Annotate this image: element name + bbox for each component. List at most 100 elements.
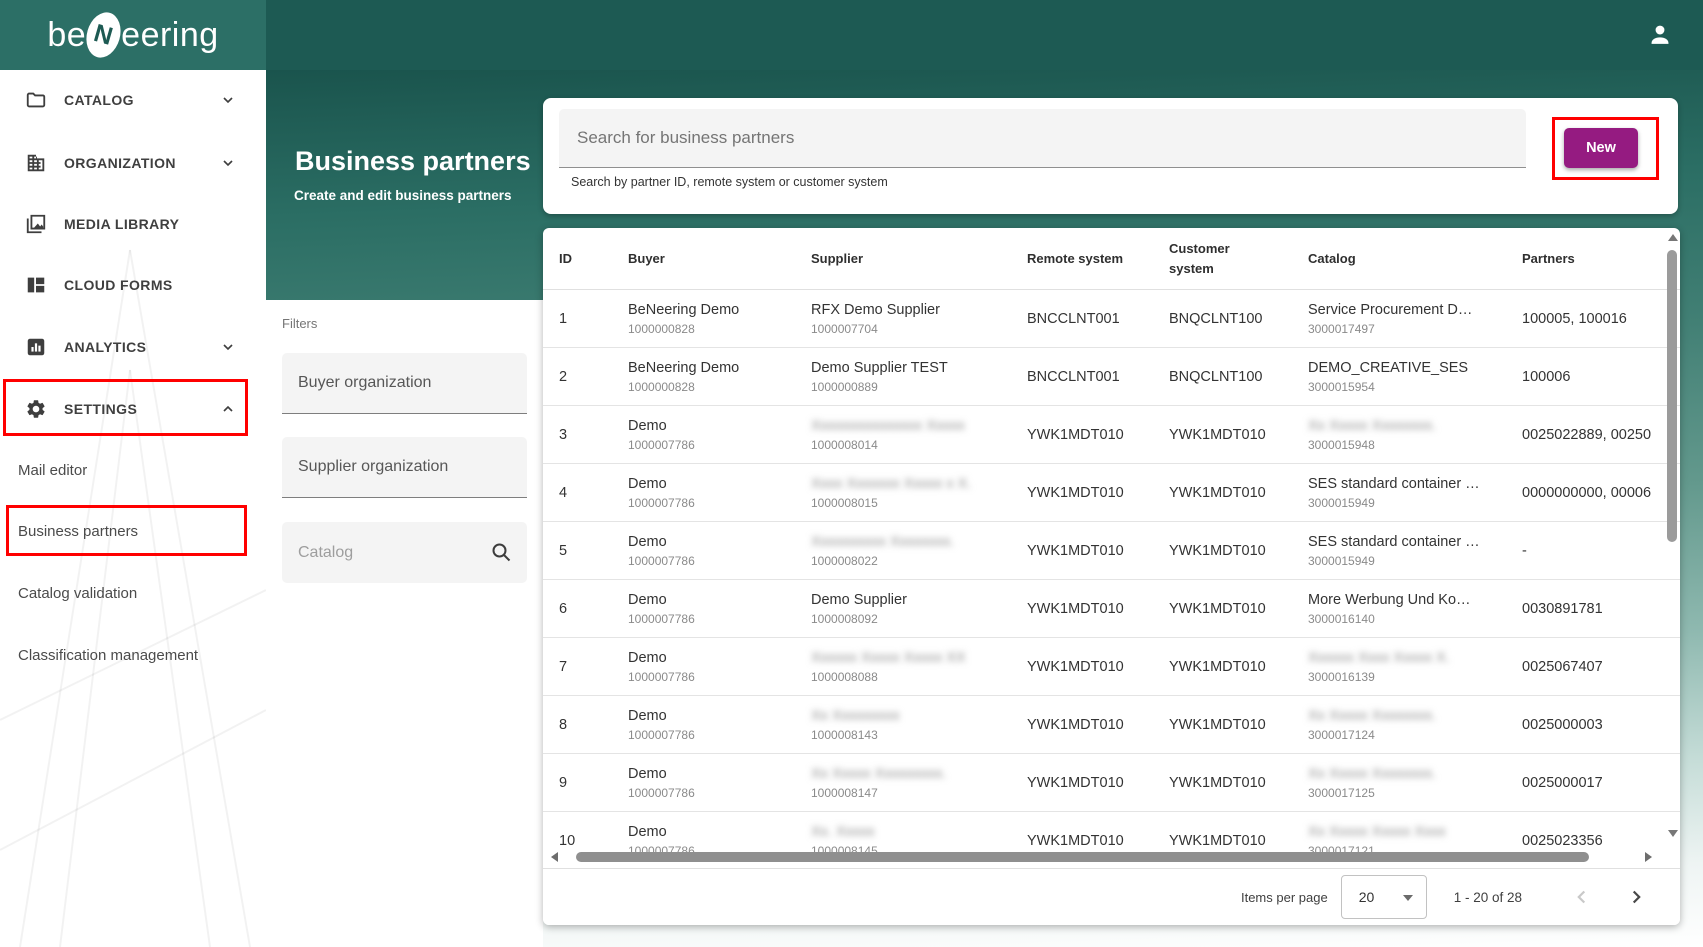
table-row[interactable]: 2BeNeering Demo1000000828Demo Supplier T… [543, 348, 1680, 406]
sidebar-item-catalog-validation[interactable]: Catalog validation [0, 571, 266, 615]
scroll-up-arrow-icon[interactable] [1668, 234, 1678, 241]
cell-partners: 0025022889, 00250 [1522, 427, 1680, 443]
scroll-down-arrow-icon[interactable] [1668, 830, 1678, 837]
buyer-organization-filter[interactable]: Buyer organization [282, 353, 527, 414]
user-account-button[interactable] [1643, 18, 1677, 52]
items-per-page-select[interactable]: 20 [1341, 875, 1427, 919]
cell-supplier: Xx Xxxxx Xxxxxxxxx.1000008147 [811, 765, 1027, 799]
supplier-organization-filter[interactable]: Supplier organization [282, 437, 527, 498]
pagination-range-label: 1 - 20 of 28 [1454, 890, 1522, 905]
cell-buyer-id: 1000007786 [628, 786, 811, 800]
cell-supplier: RFX Demo Supplier 1000007704 [811, 301, 1027, 335]
cell-supplier-id: 1000008015 [811, 496, 1027, 510]
cell-remote-system: YWK1MDT010 [1027, 717, 1169, 733]
cell-catalog: SES standard container … 3000015949 [1308, 475, 1522, 509]
business-partner-search-input[interactable] [559, 109, 1526, 168]
new-button[interactable]: New [1564, 128, 1638, 168]
sidebar-item-catalog[interactable]: CATALOG [0, 76, 266, 124]
sidebar-item-classification-management[interactable]: Classification management [0, 633, 266, 677]
gear-icon [25, 398, 47, 420]
table-row[interactable]: 6Demo1000007786Demo Supplier1000008092YW… [543, 580, 1680, 638]
sidebar-item-settings[interactable]: SETTINGS [0, 385, 266, 433]
cell-buyer: BeNeering Demo1000000828 [628, 301, 811, 335]
filters-label: Filters [282, 316, 317, 331]
cell-buyer: Demo1000007786 [628, 533, 811, 567]
cell-buyer: Demo 1000007786 [628, 765, 811, 799]
cell-catalog-id: 3000017497 [1308, 322, 1522, 336]
cell-supplier-id: 1000007704 [811, 322, 1027, 336]
next-page-button[interactable] [1622, 883, 1650, 911]
cell-buyer-name: Demo [628, 765, 811, 783]
search-hint: Search by partner ID, remote system or c… [571, 175, 888, 189]
cell-customer-system: BNQCLNT100 [1169, 369, 1308, 385]
cell-remote-system: YWK1MDT010 [1027, 427, 1169, 443]
cell-buyer-name: Demo [628, 649, 811, 667]
cell-catalog-id: 3000015949 [1308, 554, 1522, 568]
previous-page-button[interactable] [1568, 883, 1596, 911]
cell-remote-system: YWK1MDT010 [1027, 833, 1169, 849]
table-row[interactable]: 4Demo1000007786Xxxx Xxxxxxx Xxxxx x X.10… [543, 464, 1680, 522]
chevron-left-icon [1571, 886, 1593, 908]
cell-buyer-name: Demo [628, 533, 811, 551]
cell-partners: 0025000003 [1522, 717, 1680, 733]
table-row[interactable]: 9Demo1000007786Xx Xxxxx Xxxxxxxxx.100000… [543, 754, 1680, 812]
table-row[interactable]: 7Demo1000007786Xxxxxx Xxxxx Xxxxx XX1000… [543, 638, 1680, 696]
cell-catalog-id: 3000015949 [1308, 496, 1522, 510]
analytics-icon [25, 336, 47, 358]
table-row[interactable]: 1BeNeering Demo1000000828RFX Demo Suppli… [543, 290, 1680, 348]
sidebar-item-business-partners[interactable]: Business partners [0, 509, 266, 553]
organization-icon [25, 152, 47, 174]
scroll-right-arrow-icon[interactable] [1645, 852, 1652, 862]
chevron-right-icon [1625, 886, 1647, 908]
subnav-item-label: Business partners [18, 523, 138, 540]
top-header-bar: beNeering [0, 0, 1703, 70]
cell-catalog-name: Xxxxxx Xxxx Xxxxx X. [1308, 649, 1522, 667]
cell-catalog: More Werbung Und Ko…3000016140 [1308, 591, 1522, 625]
logo-block: beNeering [0, 0, 266, 70]
table-row[interactable]: 5Demo1000007786Xxxxxxxxxx Xxxxxxxx.10000… [543, 522, 1680, 580]
cell-buyer-name: Demo [628, 823, 811, 841]
cell-supplier-name: Demo Supplier [811, 591, 1027, 609]
cell-catalog-name: SES standard container … [1308, 475, 1522, 493]
cell-remote-system: YWK1MDT010 [1027, 601, 1169, 617]
cell-remote-system: YWK1MDT010 [1027, 659, 1169, 675]
cell-remote-system: YWK1MDT010 [1027, 485, 1169, 501]
horizontal-scrollbar[interactable] [543, 850, 1666, 864]
vertical-scrollbar-thumb[interactable] [1667, 250, 1677, 542]
sidebar-item-label: MEDIA LIBRARY [64, 216, 179, 232]
sidebar-item-organization[interactable]: ORGANIZATION [0, 139, 266, 187]
cell-catalog: Xx Xxxxx Xxxxxxxx.3000017124 [1308, 707, 1522, 741]
vertical-scrollbar[interactable] [1666, 230, 1678, 846]
cell-buyer-id: 1000007786 [628, 612, 811, 626]
items-per-page-label: Items per page [1241, 890, 1328, 905]
cell-id: 3 [559, 427, 628, 443]
sidebar-item-cloud-forms[interactable]: CLOUD FORMS [0, 261, 266, 309]
cell-supplier-name: RFX Demo Supplier [811, 301, 1027, 319]
filters-panel: Filters Buyer organization Supplier orga… [266, 300, 543, 947]
catalog-filter[interactable]: Catalog [282, 522, 527, 583]
cell-supplier-name: Xxxx Xxxxxxx Xxxxx x X. [811, 475, 1027, 493]
cell-supplier: Xxxxxxxxxxxxxxx Xxxxx1000008014 [811, 417, 1027, 451]
cell-buyer-name: Demo [628, 417, 811, 435]
horizontal-scrollbar-thumb[interactable] [576, 852, 1589, 862]
sidebar-item-media-library[interactable]: MEDIA LIBRARY [0, 200, 266, 248]
cell-supplier-id: 1000008092 [811, 612, 1027, 626]
cell-catalog-id: 3000015954 [1308, 380, 1522, 394]
cell-supplier-id: 1000008147 [811, 786, 1027, 800]
table-row[interactable]: 8Demo1000007786Xx Xxxxxxxxx1000008143YWK… [543, 696, 1680, 754]
subnav-item-label: Catalog validation [18, 585, 137, 602]
scroll-left-arrow-icon[interactable] [551, 852, 558, 862]
sidebar-item-mail-editor[interactable]: Mail editor [0, 448, 266, 492]
page-subtitle: Create and edit business partners [294, 188, 512, 203]
column-header-catalog: Catalog [1308, 249, 1522, 269]
cell-catalog-name: SES standard container … [1308, 533, 1522, 551]
search-icon[interactable] [489, 540, 513, 564]
cell-customer-system: YWK1MDT010 [1169, 775, 1308, 791]
cell-catalog-name: Xx Xxxxx Xxxxxxxx. [1308, 765, 1522, 783]
cell-id: 8 [559, 717, 628, 733]
table-row[interactable]: 3Demo1000007786Xxxxxxxxxxxxxxx Xxxxx1000… [543, 406, 1680, 464]
cell-partners: 0025023356 [1522, 833, 1680, 849]
sidebar-item-analytics[interactable]: ANALYTICS [0, 323, 266, 371]
cell-customer-system: YWK1MDT010 [1169, 543, 1308, 559]
subnav-item-label: Classification management [18, 647, 198, 664]
